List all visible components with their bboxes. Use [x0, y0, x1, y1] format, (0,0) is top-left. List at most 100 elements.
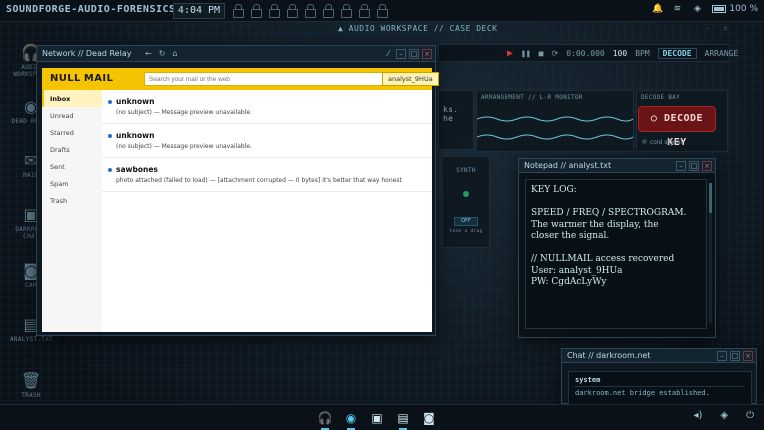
bpm-unit: BPM	[635, 48, 650, 58]
maximize-button[interactable]: □	[689, 161, 699, 171]
decode-key-button[interactable]: ○ DECODE KEY	[638, 106, 716, 148]
search-input[interactable]	[144, 72, 408, 86]
window-title: Chat // darkroom.net	[567, 351, 651, 360]
synth-led	[463, 191, 469, 197]
folder-unread[interactable]: Unread	[42, 107, 102, 124]
folder-inbox[interactable]: Inbox	[42, 90, 102, 107]
message-row[interactable]: unknown (no subject) — Message preview u…	[102, 90, 432, 124]
top-bar: SOUNDFORGE-AUDIO-FORENSICS 4:04 PM 🔔 ≋ ◈…	[0, 0, 764, 22]
shield-icon[interactable]: ◈	[720, 410, 728, 421]
minimize-button[interactable]: –	[676, 161, 686, 171]
track-panel: ks. he	[438, 90, 474, 150]
browser-nav: ← ↻ ⌂	[145, 49, 177, 58]
text-line: User: analyst_9HUa	[531, 265, 623, 276]
text-line: closer the signal.	[531, 231, 610, 241]
tab-arrange[interactable]: ARRANGE	[705, 49, 739, 58]
minimize-button[interactable]: –	[396, 49, 406, 59]
bpm-value[interactable]: 100	[613, 49, 627, 58]
chat-titlebar[interactable]: Chat // darkroom.net – □ ×	[562, 349, 756, 363]
minimize-button[interactable]: –	[717, 351, 727, 361]
folder-spam[interactable]: Spam	[42, 175, 102, 192]
notepad-text-area[interactable]: KEY LOG: SPEED / FREQ / SPECTROGRAM. The…	[525, 179, 707, 329]
lock-icon	[251, 4, 262, 18]
lock-icon	[323, 4, 334, 18]
workspace-title: ▲ AUDIO WORKSPACE // CASE DECK	[338, 24, 498, 33]
unread-dot	[108, 134, 112, 138]
camera-icon[interactable]: ◙	[420, 409, 438, 427]
message-preview: photo attached (failed to load) — [attac…	[116, 177, 402, 184]
mail-header: NULLMAIL analyst_9HUa	[42, 68, 439, 90]
system-tray: 🔔 ≋ ◈ 100 %	[652, 4, 758, 14]
folder-sent[interactable]: Sent	[42, 158, 102, 175]
back-icon[interactable]: ←	[145, 49, 152, 58]
window-title: Network // Dead Relay	[42, 49, 132, 58]
synth-panel: SYNTH OFF tone a drag	[442, 156, 490, 248]
globe-icon[interactable]: ◉	[342, 409, 360, 430]
mail-titlebar[interactable]: Network // Dead Relay ← ↻ ⌂ ⁄ – □ ×	[37, 46, 435, 62]
reload-icon[interactable]: ↻	[159, 49, 166, 58]
volume-icon[interactable]: ◂)	[693, 410, 702, 421]
battery-indicator[interactable]: 100 %	[712, 4, 758, 14]
more-icon[interactable]: ⁄	[388, 49, 389, 58]
home-icon[interactable]: ⌂	[172, 49, 177, 58]
unread-dot	[108, 168, 112, 172]
waveform-display	[477, 116, 633, 140]
bell-icon[interactable]: 🔔	[652, 4, 663, 14]
text-line: PW: CgdAcLyWy	[531, 277, 607, 287]
message-preview: (no subject) — Message preview unavailab…	[116, 143, 252, 150]
text-line: KEY LOG:	[531, 185, 577, 195]
stop-button[interactable]: ■	[539, 49, 544, 58]
lock-icon	[305, 4, 316, 18]
message-row[interactable]: sawbones photo attached (failed to load)…	[102, 158, 432, 192]
folder-drafts[interactable]: Drafts	[42, 141, 102, 158]
folder-starred[interactable]: Starred	[42, 124, 102, 141]
account-badge[interactable]: analyst_9HUa	[382, 72, 439, 86]
loop-icon[interactable]: ⟳	[552, 49, 559, 58]
nullmail-logo: NULL MAIL	[50, 73, 114, 84]
shield-icon[interactable]: ◈	[692, 4, 702, 14]
brand-title: SOUNDFORGE-AUDIO-FORENSICS	[6, 4, 176, 15]
maximize-button[interactable]: □	[730, 351, 740, 361]
message-list: unknown (no subject) — Message preview u…	[102, 90, 432, 192]
close-button[interactable]: ×	[702, 161, 712, 171]
message-row[interactable]: unknown (no subject) — Message preview u…	[102, 124, 432, 158]
lock-icon	[287, 4, 298, 18]
battery-level: 100 %	[729, 4, 758, 14]
chat-log: system darkroom.net bridge established.	[568, 371, 752, 405]
taskbar-system: ◂) ◈ ⏻	[693, 410, 754, 421]
notepad-icon[interactable]: ▤	[394, 409, 412, 430]
headphones-icon[interactable]: 🎧	[316, 409, 334, 430]
synth-toggle[interactable]: OFF	[454, 217, 478, 226]
folder-trash[interactable]: Trash	[42, 192, 102, 209]
dock: 🎧 ◉ ▣ ▤ ◙	[316, 409, 438, 430]
battery-icon	[712, 5, 727, 13]
close-button[interactable]: ×	[743, 351, 753, 361]
lock-icon	[233, 4, 244, 18]
mail-window: Network // Dead Relay ← ↻ ⌂ ⁄ – □ × NULL…	[36, 45, 439, 336]
text-line	[531, 197, 701, 209]
maximize-button[interactable]: □	[409, 49, 419, 59]
notepad-window: Notepad // analyst.txt – □ × KEY LOG: SP…	[518, 158, 716, 338]
chat-message: darkroom.net bridge established.	[575, 386, 745, 397]
chat-window: Chat // darkroom.net – □ × system darkro…	[561, 348, 757, 405]
notepad-titlebar[interactable]: Notepad // analyst.txt – □ ×	[519, 159, 715, 173]
cold-signal-indicator: cold signal	[642, 139, 682, 146]
play-button[interactable]: ▶	[507, 48, 513, 59]
unread-dot	[108, 100, 112, 104]
desktop-icon-trash[interactable]: 🗑 TRASH	[10, 370, 52, 399]
workspace-minimize-button[interactable]: –	[706, 24, 710, 33]
tab-decode[interactable]: DECODE	[657, 47, 697, 59]
chat-sender: system	[575, 376, 601, 384]
pause-button[interactable]: ❚❚	[521, 49, 531, 58]
wifi-icon[interactable]: ≋	[672, 4, 682, 14]
arrangement-panel: ARRANGEMENT // L-R MONITOR	[476, 90, 634, 152]
text-line: // NULLMAIL access recovered	[531, 254, 675, 264]
scrollbar[interactable]	[709, 183, 712, 323]
power-icon[interactable]: ⏻	[746, 410, 754, 421]
close-button[interactable]: ×	[422, 49, 432, 59]
chat-icon[interactable]: ▣	[368, 409, 386, 427]
folder-list: Inbox Unread Starred Drafts Sent Spam Tr…	[42, 90, 102, 332]
text-line	[531, 243, 701, 255]
workspace-close-button[interactable]: ×	[722, 24, 729, 33]
lock-icon	[269, 4, 280, 18]
